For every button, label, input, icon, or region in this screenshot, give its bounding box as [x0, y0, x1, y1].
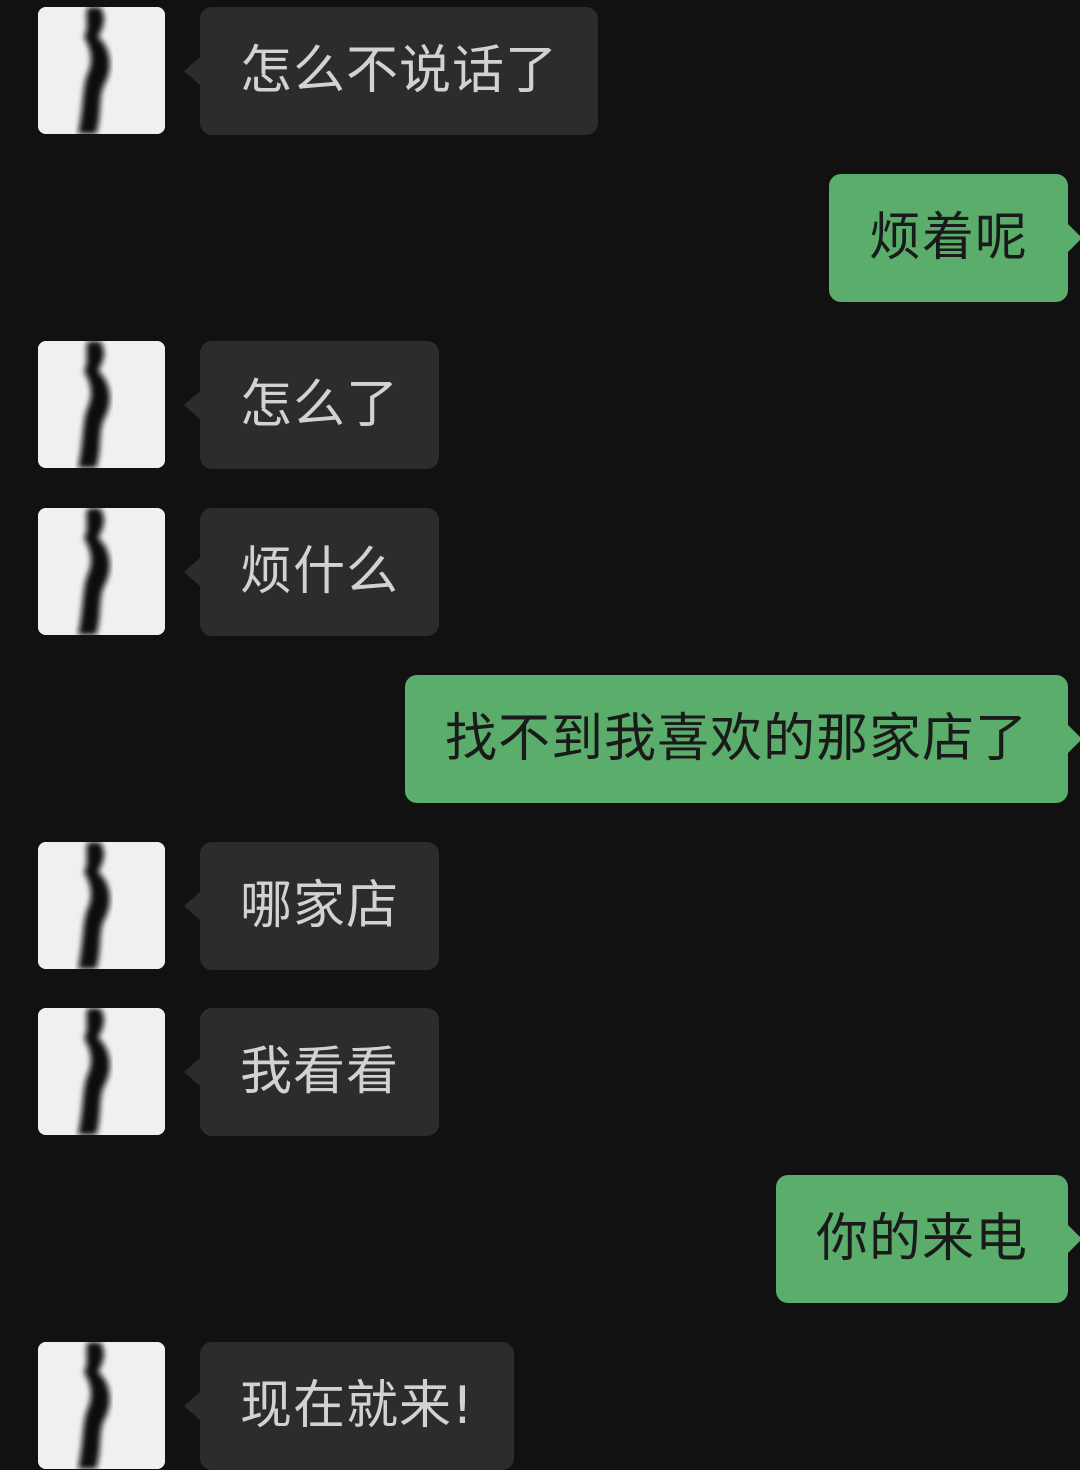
chat-message-list[interactable]: 怎么不说话了 烦着呢 怎么了 烦什么 找不到我喜欢的那家店了 哪家店 我看看 你…	[0, 0, 1080, 1470]
incoming-message-bubble[interactable]: 怎么了	[183, 341, 440, 469]
message-row-incoming: 我看看	[0, 1008, 1080, 1136]
contact-avatar[interactable]	[38, 508, 165, 635]
message-row-incoming: 烦什么	[0, 508, 1080, 636]
incoming-message-bubble[interactable]: 现在就来!	[184, 1342, 514, 1470]
incoming-message-bubble[interactable]: 哪家店	[183, 842, 440, 970]
message-row-outgoing: 烦着呢	[0, 174, 1080, 302]
contact-avatar[interactable]	[38, 842, 165, 969]
silhouette-avatar-icon	[38, 842, 165, 969]
silhouette-avatar-icon	[38, 7, 165, 134]
message-row-incoming: 怎么不说话了	[0, 7, 1080, 135]
message-row-incoming: 怎么了	[0, 341, 1080, 469]
incoming-message-bubble[interactable]: 怎么不说话了	[183, 7, 599, 135]
contact-avatar[interactable]	[38, 1342, 165, 1469]
incoming-message-bubble[interactable]: 我看看	[183, 1008, 440, 1136]
silhouette-avatar-icon	[38, 1342, 165, 1469]
contact-avatar[interactable]	[38, 341, 165, 468]
message-row-outgoing: 找不到我喜欢的那家店了	[0, 675, 1080, 803]
outgoing-message-bubble[interactable]: 你的来电	[775, 1175, 1080, 1303]
silhouette-avatar-icon	[38, 508, 165, 635]
incoming-message-bubble[interactable]: 烦什么	[183, 508, 440, 636]
silhouette-avatar-icon	[38, 341, 165, 468]
silhouette-avatar-icon	[38, 1008, 165, 1135]
outgoing-message-bubble[interactable]: 烦着呢	[828, 174, 1080, 302]
message-row-incoming: 现在就来!	[0, 1342, 1080, 1470]
outgoing-message-bubble[interactable]: 找不到我喜欢的那家店了	[404, 675, 1080, 803]
message-row-incoming: 哪家店	[0, 842, 1080, 970]
contact-avatar[interactable]	[38, 1008, 165, 1135]
message-row-outgoing: 你的来电	[0, 1175, 1080, 1303]
contact-avatar[interactable]	[38, 7, 165, 134]
